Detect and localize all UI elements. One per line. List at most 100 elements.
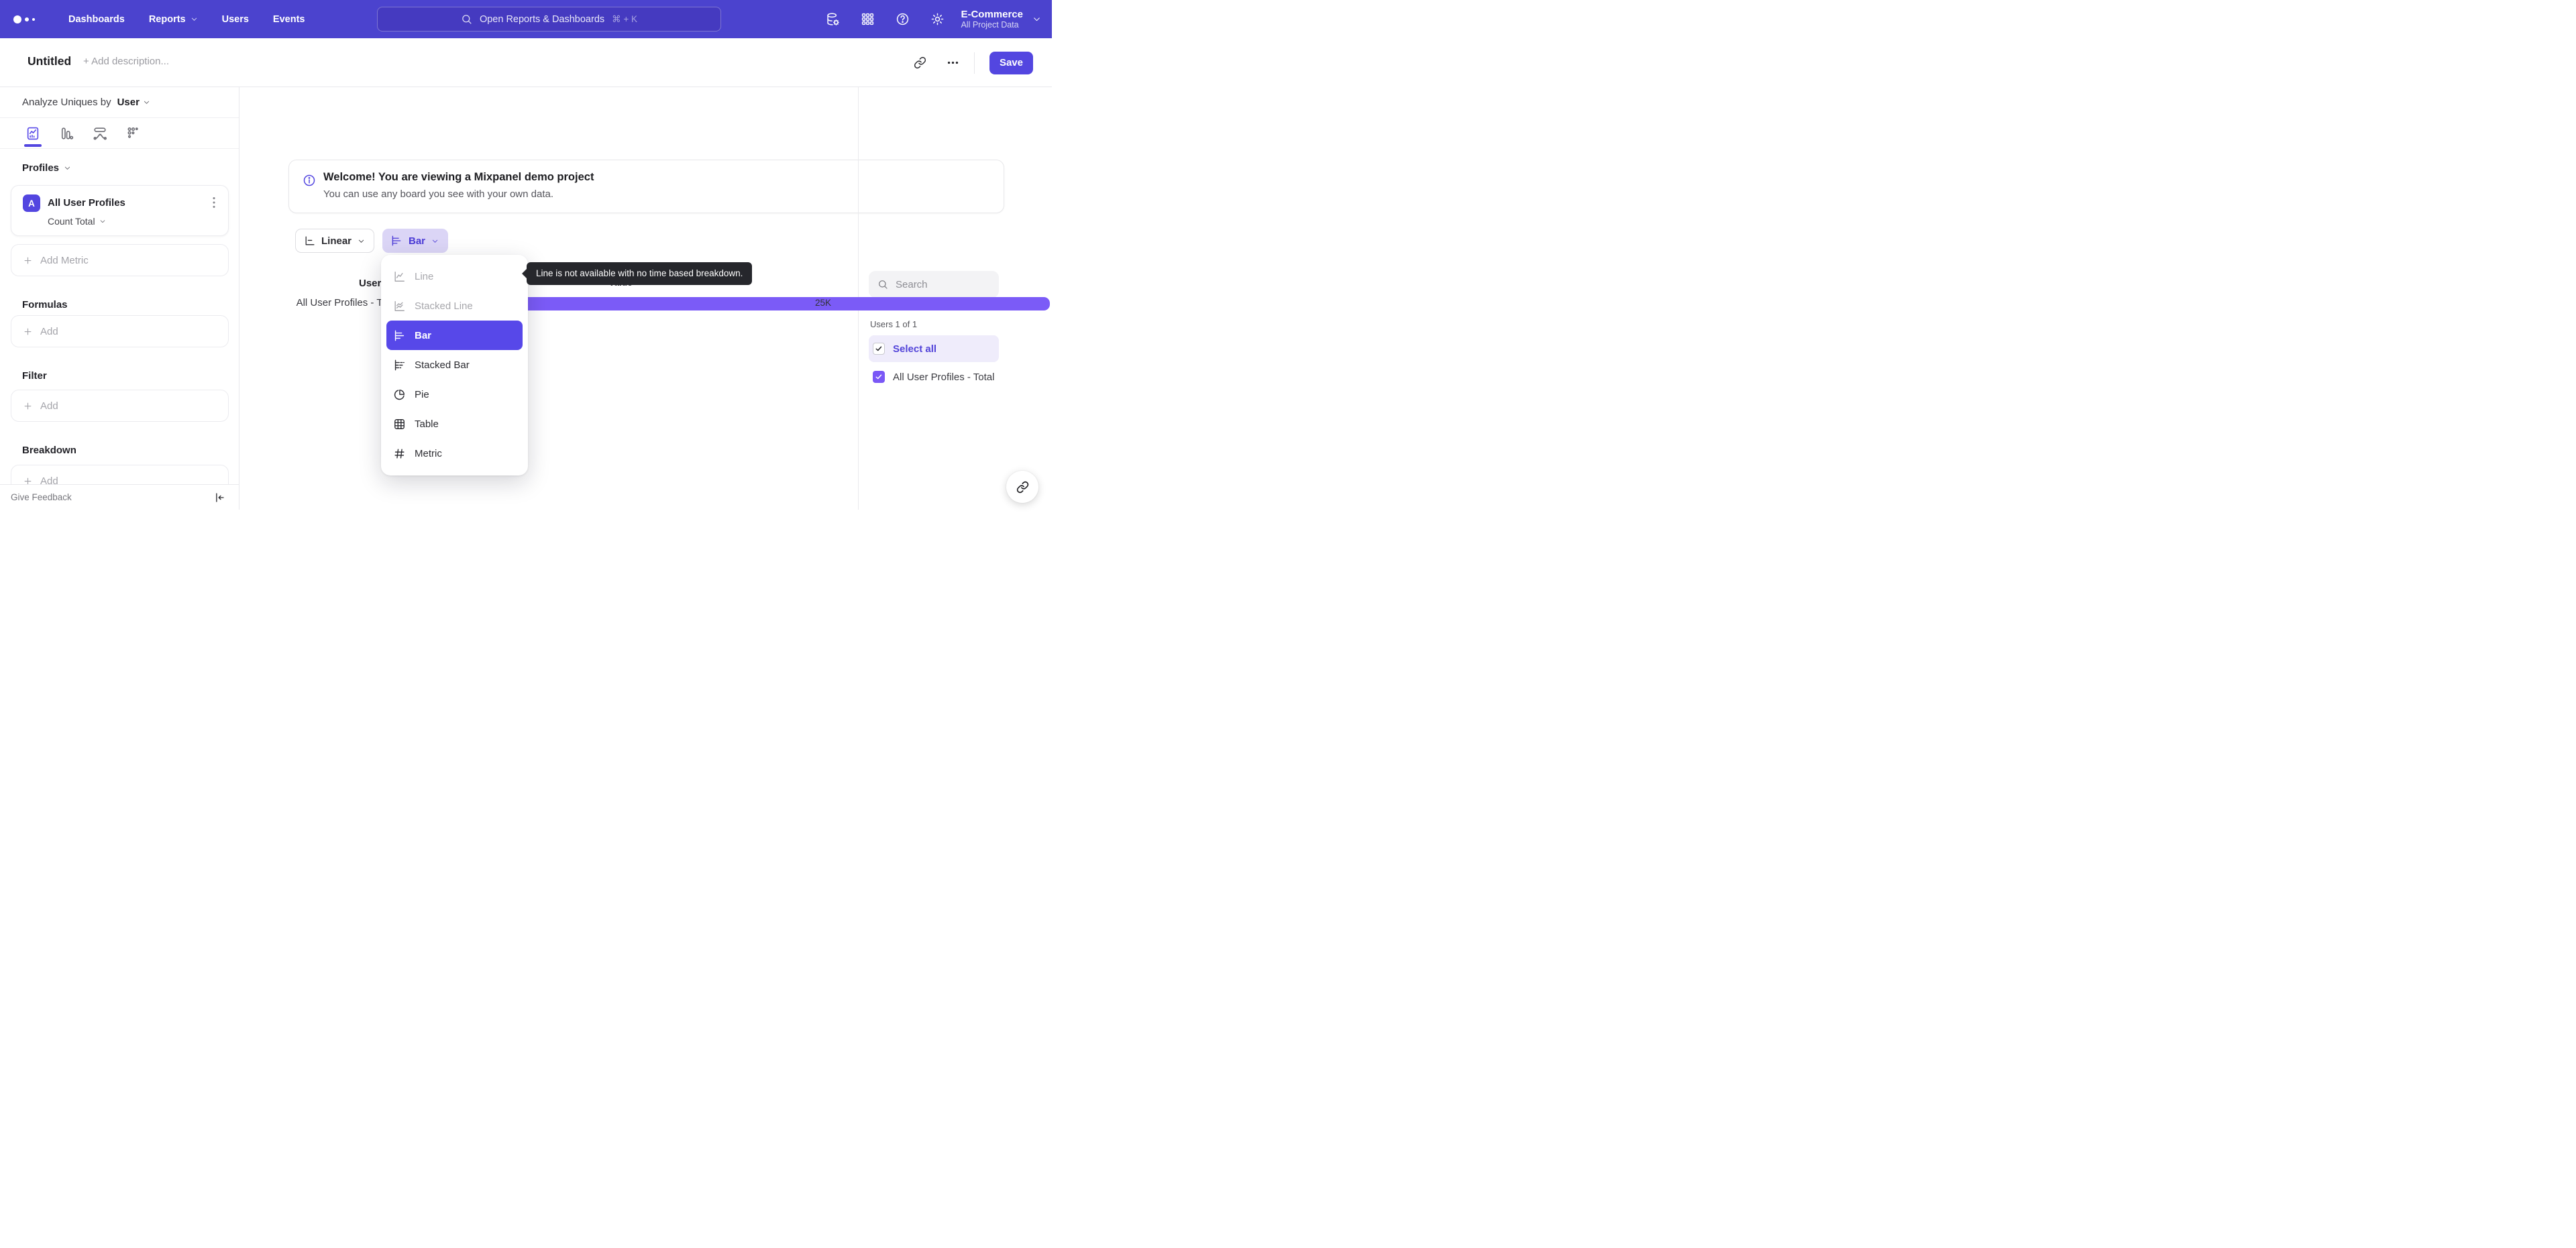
analyze-entity-select[interactable]: User (117, 97, 150, 108)
report-title[interactable]: Untitled (28, 54, 71, 68)
analyze-row: Analyze Uniques by User (0, 87, 239, 118)
nav-item-label: Events (272, 13, 305, 25)
collapse-sidebar-icon[interactable] (213, 492, 225, 504)
chart-type-label: Bar (409, 235, 426, 247)
global-search-input[interactable]: Open Reports & Dashboards ⌘ + K (377, 7, 721, 32)
link-icon (1016, 481, 1028, 493)
aggregation-select[interactable]: Count Total (48, 216, 106, 227)
search-placeholder: Open Reports & Dashboards (479, 13, 605, 25)
check-icon (875, 374, 882, 380)
pie-chart-icon (394, 389, 405, 400)
add-formula-button[interactable]: Add (11, 315, 229, 347)
project-switcher[interactable]: E-Commerce All Project Data (961, 9, 1023, 30)
report-toolbar: Save (914, 38, 1033, 87)
data-management-icon[interactable] (826, 12, 840, 26)
tooltip-text: Line is not available with no time based… (536, 268, 743, 278)
metric-letter-badge: A (23, 194, 40, 212)
select-all-checkbox[interactable] (873, 343, 885, 355)
disabled-option-tooltip: Line is not available with no time based… (522, 262, 753, 285)
bar-value-label: 25K (815, 298, 832, 308)
dropdown-item-label: Stacked Bar (415, 359, 470, 371)
dropdown-item-pie[interactable]: Pie (386, 380, 523, 409)
search-icon (462, 15, 472, 24)
dropdown-item-bar[interactable]: Bar (386, 321, 523, 350)
line-chart-icon (394, 271, 405, 282)
dropdown-item-label: Metric (415, 447, 442, 459)
add-filter-button[interactable]: Add (11, 390, 229, 422)
nav-item-label: Reports (148, 13, 186, 25)
select-all-row[interactable]: Select all (869, 335, 999, 362)
sidebar-footer: Give Feedback (0, 484, 239, 510)
add-breakdown-button[interactable]: Add (11, 465, 229, 484)
sidebar-scroll-area: Analyze Uniques by User Profiles A All U… (0, 87, 239, 484)
tooltip-arrow (522, 269, 527, 278)
main-content: Welcome! You are viewing a Mixpanel demo… (240, 87, 1052, 510)
filter-title: Filter (22, 370, 47, 382)
series-checkbox[interactable] (873, 371, 885, 383)
breakdown-title: Breakdown (22, 445, 76, 456)
insights-chart-icon (27, 127, 39, 139)
breakdown-section-header: Breakdown (22, 445, 76, 456)
add-description-field[interactable]: + Add description... (83, 56, 169, 67)
mixpanel-logo[interactable] (13, 15, 44, 23)
kebab-menu-icon[interactable] (207, 195, 221, 210)
add-metric-button[interactable]: Add Metric (11, 244, 229, 276)
copy-link-icon[interactable] (914, 56, 926, 69)
nav-item-users[interactable]: Users (210, 0, 261, 38)
profiles-section-header[interactable]: Profiles (22, 162, 71, 174)
banner-subtitle: You can use any board you see with your … (323, 188, 554, 200)
dropdown-item-stacked-bar[interactable]: Stacked Bar (386, 350, 523, 380)
chevron-down-icon (432, 239, 438, 243)
stacked-line-chart-icon (394, 300, 405, 311)
bar-chart-icon (394, 330, 405, 341)
chevron-down-icon (191, 17, 197, 21)
value-scale-button[interactable]: Linear (295, 229, 374, 253)
nav-items: Dashboards Reports Users Events (56, 0, 317, 38)
more-options-icon[interactable] (947, 56, 959, 69)
demo-banner: Welcome! You are viewing a Mixpanel demo… (288, 160, 1004, 213)
nav-item-reports[interactable]: Reports (137, 0, 210, 38)
legend-series-row[interactable]: All User Profiles - Total (869, 367, 999, 387)
add-breakdown-label: Add (40, 475, 58, 485)
tab-flows[interactable] (83, 118, 117, 149)
share-link-floating-button[interactable] (1006, 471, 1038, 503)
dropdown-item-stacked-line[interactable]: Stacked Line (386, 291, 523, 321)
nav-item-dashboards[interactable]: Dashboards (56, 0, 137, 38)
legend-count-label: Users 1 of 1 (870, 319, 918, 329)
nav-item-events[interactable]: Events (261, 0, 317, 38)
dropdown-item-metric[interactable]: Metric (386, 439, 523, 468)
tab-funnels[interactable] (50, 118, 83, 149)
metric-card[interactable]: A All User Profiles Count Total (11, 185, 229, 236)
analyze-label: Analyze Uniques by (22, 97, 111, 108)
dropdown-item-label: Pie (415, 388, 429, 400)
info-icon (303, 174, 315, 186)
report-header: Untitled + Add description... Save (0, 38, 1052, 87)
metric-name: All User Profiles (48, 197, 125, 209)
chevron-down-icon[interactable] (1032, 15, 1041, 23)
dropdown-item-line[interactable]: Line (386, 262, 523, 291)
dropdown-item-table[interactable]: Table (386, 409, 523, 439)
value-scale-label: Linear (321, 235, 352, 247)
settings-gear-icon[interactable] (930, 12, 945, 26)
legend-search-input[interactable]: Search (869, 271, 999, 298)
bar-chart-icon (392, 235, 401, 246)
help-icon[interactable] (896, 12, 910, 26)
tab-retention[interactable] (117, 118, 150, 149)
chart-type-button[interactable]: Bar (382, 229, 448, 253)
nav-item-label: Users (221, 13, 249, 25)
logo-dot (25, 17, 29, 21)
plus-icon (24, 328, 32, 335)
give-feedback-link[interactable]: Give Feedback (11, 492, 72, 502)
add-filter-label: Add (40, 400, 58, 412)
select-all-label: Select all (893, 343, 937, 355)
add-formula-label: Add (40, 325, 58, 337)
save-button[interactable]: Save (989, 51, 1033, 74)
logo-dot (32, 17, 35, 21)
apps-grid-icon[interactable] (861, 12, 875, 26)
tab-insights[interactable] (16, 118, 50, 149)
chevron-down-icon (100, 220, 105, 223)
plus-icon (24, 257, 32, 264)
search-icon (879, 280, 888, 289)
dropdown-item-label: Line (415, 270, 434, 282)
formulas-section-header: Formulas (22, 299, 68, 310)
